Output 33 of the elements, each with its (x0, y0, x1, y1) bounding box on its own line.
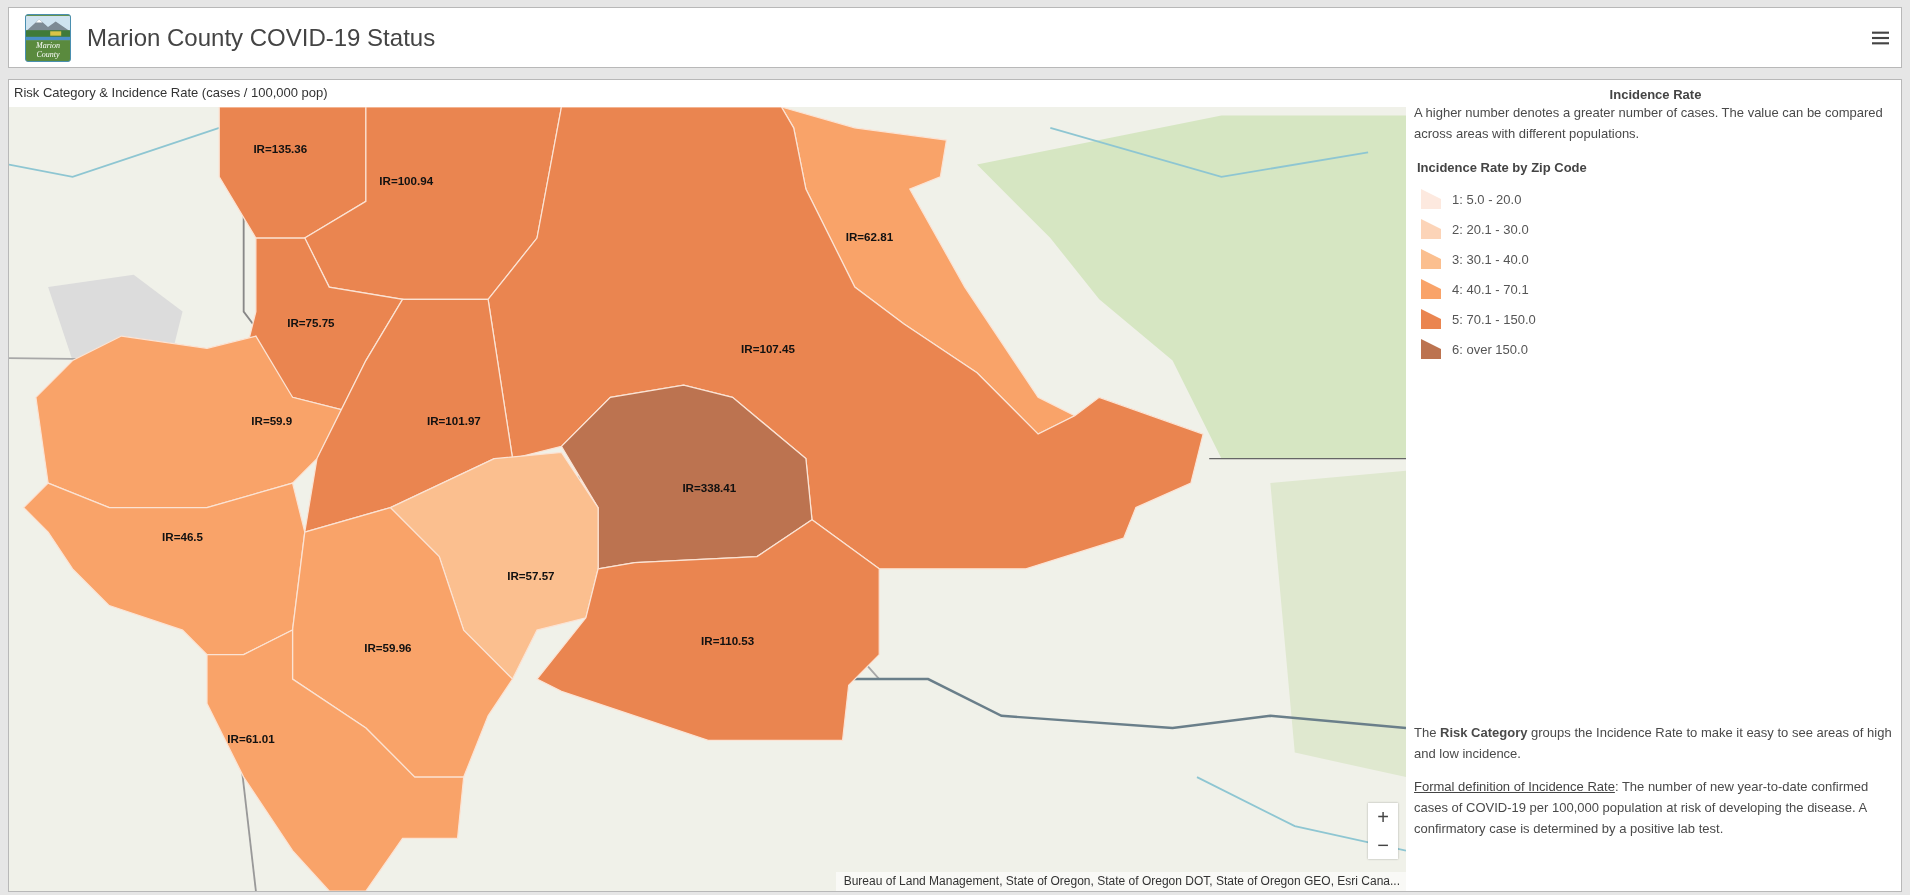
legend-label: 4: 40.1 - 70.1 (1452, 281, 1529, 297)
risk-category-text: The Risk Category groups the Incidence Rate to make it easy to see areas of high and low incidence. (1414, 724, 1893, 763)
legend-label: 2: 20.1 - 30.0 (1452, 221, 1529, 237)
incidence-rate-label: IR=62.81 (845, 230, 894, 244)
incidence-rate-label: IR=110.53 (701, 634, 755, 648)
definition-text: Formal definition of Incidence Rate: The number of new year-to-date confirmed cases of COVID-19 per 100,000 population at risk of developing the disease. A confirmatory case is determined by a positive lab test. (1414, 778, 1870, 838)
incidence-rate-label: IR=61.01 (227, 732, 275, 746)
zoom-out-button[interactable]: − (1368, 831, 1398, 859)
legend-label: 3: 30.1 - 40.0 (1452, 251, 1529, 267)
incidence-rate-label: IR=59.9 (251, 413, 293, 427)
legend-title: Incidence Rate by Zip Code (1417, 160, 1588, 175)
zoom-in-button[interactable]: + (1368, 803, 1398, 831)
definition-link[interactable]: Formal definition of Incidence Rate (1414, 779, 1615, 794)
sidebar-title: Incidence Rate (1608, 86, 1703, 102)
incidence-rate-label: IR=101.97 (426, 413, 481, 427)
incidence-rate-label: IR=100.94 (379, 173, 434, 187)
legend-label: 5: 70.1 - 150.0 (1452, 311, 1536, 327)
incidence-rate-label: IR=59.96 (364, 640, 412, 654)
incidence-rate-label: IR=338.41 (682, 481, 737, 495)
intro-text: A higher number denotes a greater number of cases. The value can be compared across areas with different populations. (1414, 104, 1884, 143)
panel-title: Risk Category & Incidence Rate (cases / 100,000 pop) (13, 84, 329, 102)
menu-icon[interactable] (1872, 29, 1889, 46)
incidence-rate-label: IR=107.45 (741, 341, 795, 355)
mountain-icon (26, 14, 70, 41)
incidence-rate-label: IR=46.5 (162, 530, 203, 544)
legend-label: 6: over 150.0 (1452, 341, 1528, 357)
attribution-text: Bureau of Land Management, State of Oregon, State of Oregon DOT, State of Oregon GEO, Esri Cana... (835, 872, 1406, 891)
incidence-rate-label: IR=135.36 (253, 141, 308, 155)
logo-text: Marion County (35, 40, 61, 59)
incidence-rate-label: IR=57.57 (507, 569, 555, 583)
app-title: Marion County COVID-19 Status (87, 23, 437, 52)
legend-label: 1: 5.0 - 20.0 (1452, 191, 1522, 207)
incidence-rate-label: IR=75.75 (287, 315, 335, 329)
